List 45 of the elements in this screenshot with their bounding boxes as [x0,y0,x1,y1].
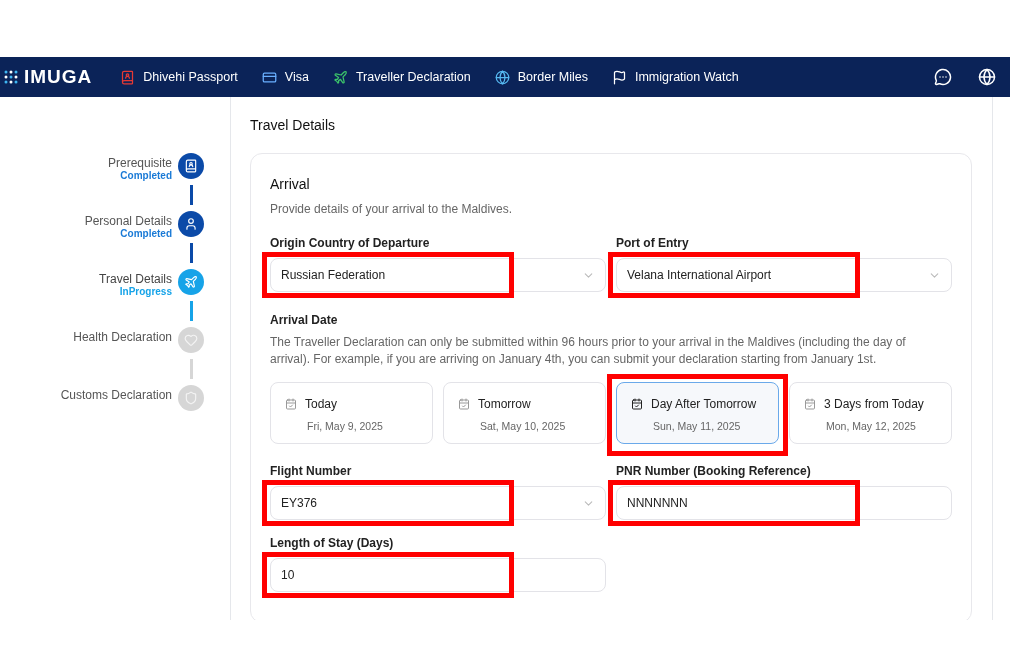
field-label: Flight Number [270,464,353,478]
nav-link[interactable]: Traveller Declaration [332,69,471,85]
flag-icon [611,69,627,85]
nav-link[interactable]: Visa [261,69,309,85]
chat-icon[interactable] [934,68,952,86]
nav-link[interactable]: Dhivehi Passport [120,69,238,85]
section-title: Arrival [270,176,311,192]
step-label: Travel Details [99,272,172,286]
section-description: Provide details of your arrival to the Maldives. [270,202,514,216]
field-label: PNR Number (Booking Reference) [616,464,812,478]
page-title: Travel Details [250,117,337,133]
date-option[interactable]: Day After Tomorrow Sun, May 11, 2025 [616,382,779,444]
calendar-icon [285,398,297,410]
calendar-icon [631,398,643,410]
globe-icon [494,69,510,85]
field-label: Origin Country of Departure [270,236,431,250]
date-option[interactable]: 3 Days from Today Mon, May 12, 2025 [789,382,952,444]
input-field[interactable]: 10 [270,558,606,592]
nav-link[interactable]: Border Miles [494,69,588,85]
field-label: Port of Entry [616,236,690,250]
passport-icon [120,69,136,85]
input-field[interactable]: NNNNNNN [616,486,952,520]
calendar-icon [458,398,470,410]
plane-icon [332,69,348,85]
field-label: Length of Stay (Days) [270,536,395,550]
field-label: Arrival Date [270,313,338,327]
step-status: Completed [120,228,172,239]
nav-link[interactable]: Immigration Watch [611,69,739,85]
globe-icon[interactable] [978,68,996,86]
select-field[interactable]: EY376 [270,486,606,520]
select-field[interactable]: Velana International Airport [616,258,952,292]
card-icon [261,69,277,85]
step-label: Prerequisite [107,156,172,170]
step-label: Customs Declaration [60,388,172,402]
arrival-note: The Traveller Declaration can only be submitted within 96 hours prior to your arrival in the Maldives (including the day of arrival). For example, if you are arriving on January 4th, you can submit your declaration starting from January 1st. [270,334,907,368]
logo-text: IMUGA [24,66,93,88]
select-field[interactable]: Russian Federation [270,258,606,292]
step-status: Completed [120,170,172,181]
step-status: InProgress [119,286,172,297]
logo-icon [4,70,18,84]
date-option[interactable]: Tomorrow Sat, May 10, 2025 [443,382,606,444]
step-label: Personal Details [84,214,172,228]
step-label: Health Declaration [73,330,172,344]
date-option[interactable]: Today Fri, May 9, 2025 [270,382,433,444]
calendar-icon [804,398,816,410]
